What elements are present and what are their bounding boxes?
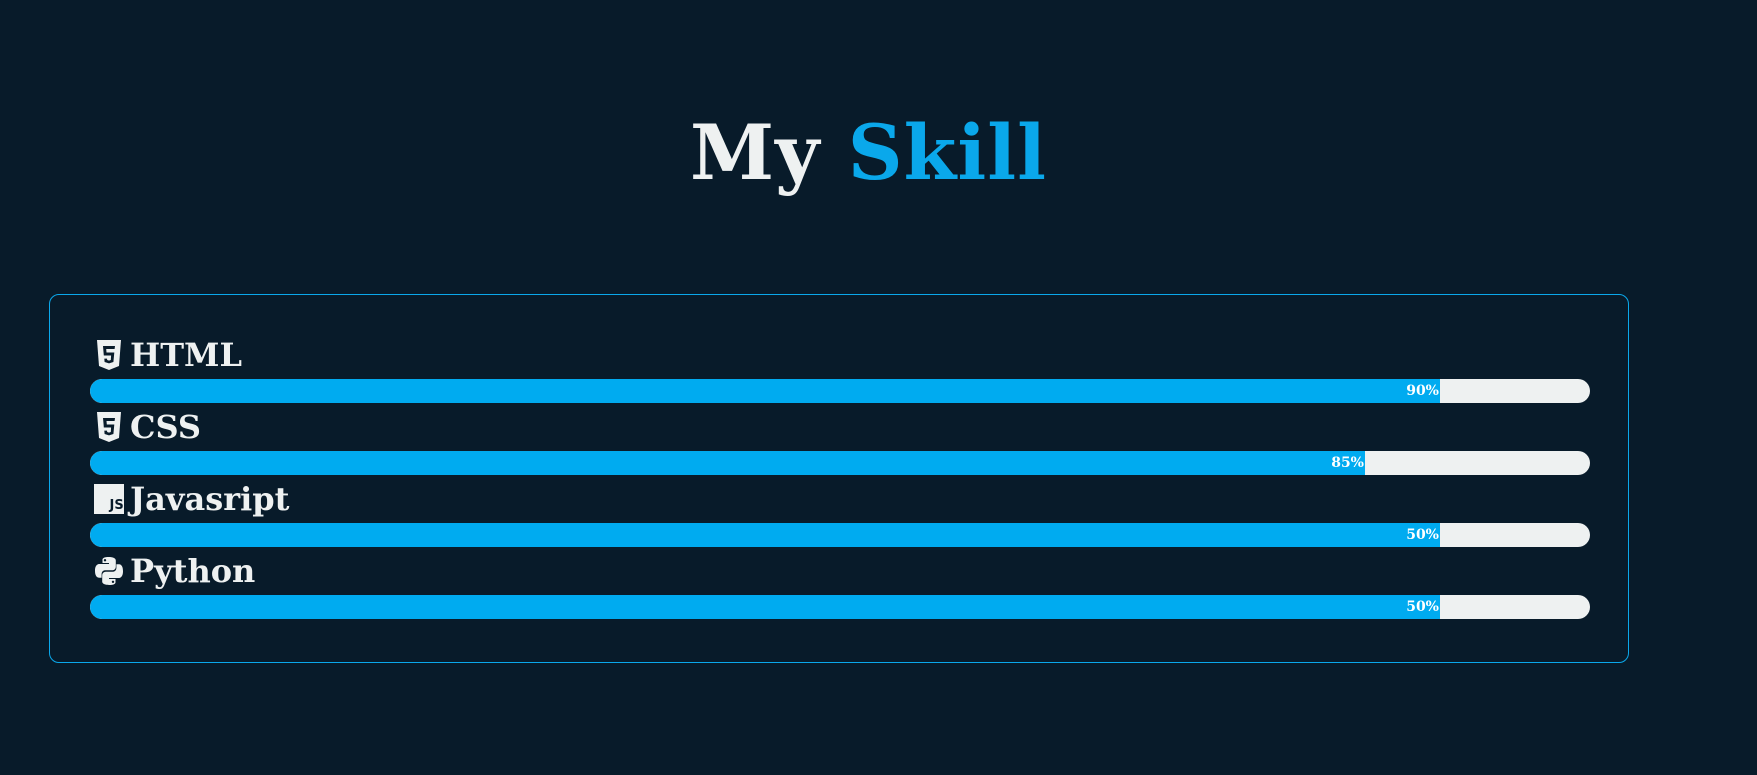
skill-percent-label: 50% — [1406, 599, 1439, 615]
skill-name: Python — [130, 552, 256, 590]
skill-name: Javasript — [130, 480, 290, 518]
skill-progress-fill: 50% — [90, 595, 1440, 619]
skill-progress-bar: 90% — [90, 379, 1590, 403]
css3-icon — [94, 411, 124, 443]
skills-card: HTML 90% CSS 85% JS Javasript 50% Python… — [49, 294, 1629, 663]
skill-item-html: HTML 90% — [90, 333, 1590, 405]
skill-item-css: CSS 85% — [90, 405, 1590, 477]
skill-progress-fill: 85% — [90, 451, 1365, 475]
skill-item-python: Python 50% — [90, 549, 1590, 621]
skill-name: CSS — [130, 408, 201, 446]
skill-header: CSS — [90, 405, 201, 449]
skill-header: JS Javasript — [90, 477, 289, 521]
skill-header: Python — [90, 549, 255, 593]
page-title: My Skill — [0, 105, 1737, 201]
skill-progress-fill: 90% — [90, 379, 1440, 403]
javascript-icon: JS — [94, 483, 124, 515]
skill-name: HTML — [130, 336, 242, 374]
skill-progress-bar: 50% — [90, 523, 1590, 547]
skill-item-javascript: JS Javasript 50% — [90, 477, 1590, 549]
skill-header: HTML — [90, 333, 242, 377]
skill-progress-bar: 85% — [90, 451, 1590, 475]
skill-percent-label: 85% — [1331, 455, 1364, 471]
skill-progress-bar: 50% — [90, 595, 1590, 619]
skill-percent-label: 50% — [1406, 527, 1439, 543]
skill-percent-label: 90% — [1406, 383, 1439, 399]
svg-text:JS: JS — [109, 498, 124, 513]
skill-progress-fill: 50% — [90, 523, 1440, 547]
python-icon — [94, 555, 124, 587]
title-word-skill: Skill — [847, 108, 1047, 197]
html5-icon — [94, 339, 124, 371]
title-word-my: My — [690, 108, 821, 197]
